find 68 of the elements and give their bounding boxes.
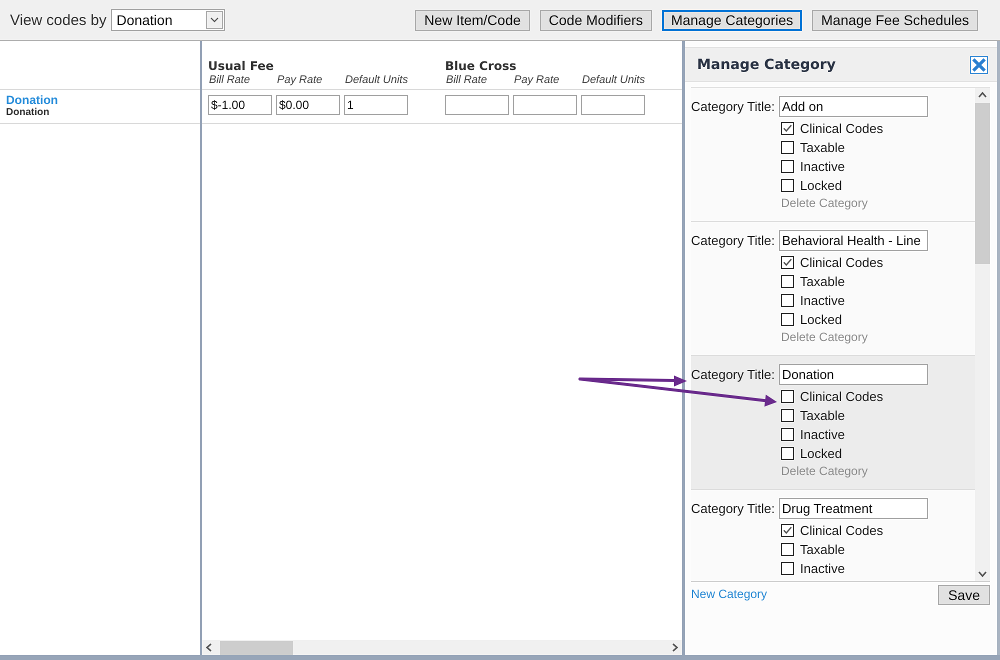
vertical-scrollbar[interactable] xyxy=(975,88,990,581)
panel-title: Manage Category xyxy=(697,56,836,72)
checkbox[interactable] xyxy=(781,160,794,173)
checkbox-label: Taxable xyxy=(800,408,845,424)
checkbox-label: Clinical Codes xyxy=(800,254,884,270)
caret-icon[interactable] xyxy=(206,11,224,29)
horizontal-scrollbar[interactable] xyxy=(202,640,682,655)
checkbox-label: Taxable xyxy=(800,274,845,290)
checkbox-label: Inactive xyxy=(800,560,845,576)
checkbox[interactable] xyxy=(781,390,794,403)
checkbox[interactable] xyxy=(781,447,794,460)
checkbox-label: Locked xyxy=(800,178,842,194)
toolbar-button[interactable]: Manage Categories xyxy=(662,10,802,30)
checkbox-label: Clinical Codes xyxy=(800,522,884,538)
category-title-label: Category Title: xyxy=(691,367,776,382)
close-icon[interactable] xyxy=(970,56,988,74)
input-field[interactable] xyxy=(445,95,509,115)
view-codes-label: View codes by xyxy=(10,12,106,28)
toolbar-button[interactable]: New Item/Code xyxy=(415,10,530,30)
category-title-label: Category Title: xyxy=(691,99,776,114)
column-heading: Bill Rate xyxy=(208,74,251,87)
input-field[interactable] xyxy=(513,95,577,115)
column-heading: Pay Rate xyxy=(276,74,324,87)
checkbox[interactable] xyxy=(781,275,794,288)
checkbox[interactable] xyxy=(781,543,794,556)
checkbox[interactable] xyxy=(781,428,794,441)
checkbox[interactable] xyxy=(781,256,794,269)
category-title-label: Category Title: xyxy=(691,233,776,248)
category-title-input[interactable]: Donation xyxy=(779,364,928,385)
checkbox-label: Clinical Codes xyxy=(800,120,884,136)
category-title-label: Category Title: xyxy=(691,501,776,516)
checkbox-label: Inactive xyxy=(800,158,845,174)
checkbox-label: Locked xyxy=(800,446,842,462)
checkbox-label: Locked xyxy=(800,312,842,328)
fee-schedule-heading: Usual Fee xyxy=(208,59,275,74)
category-title-input[interactable]: Add on xyxy=(779,96,928,117)
checkbox-label: Taxable xyxy=(800,140,845,156)
checkbox[interactable] xyxy=(781,122,794,135)
checkbox[interactable] xyxy=(781,524,794,537)
column-heading: Pay Rate xyxy=(513,74,560,87)
checkbox[interactable] xyxy=(781,294,794,307)
toolbar-button[interactable]: Code Modifiers xyxy=(540,10,652,30)
save-button[interactable]: Save xyxy=(938,585,990,605)
category-title-input[interactable]: Behavioral Health - Line xyxy=(779,230,928,251)
input-field[interactable] xyxy=(581,95,645,115)
category-title-input[interactable]: Drug Treatment xyxy=(779,498,928,519)
scrollbar-thumb[interactable] xyxy=(975,103,990,264)
checkbox[interactable] xyxy=(781,179,794,192)
fee-schedule-heading: Blue Cross xyxy=(445,59,518,74)
checkbox[interactable] xyxy=(781,313,794,326)
scrollbar-thumb[interactable] xyxy=(220,640,293,654)
checkbox[interactable] xyxy=(781,562,794,575)
new-category-link[interactable]: New Category xyxy=(691,587,768,601)
checkbox-label: Inactive xyxy=(800,426,845,442)
column-heading: Bill Rate xyxy=(445,74,488,87)
code-description: Donation xyxy=(6,107,50,119)
toolbar-button[interactable]: Manage Fee Schedules xyxy=(812,10,978,30)
column-heading: Default Units xyxy=(581,74,645,87)
view-codes-select[interactable]: Donation xyxy=(111,9,226,31)
checkbox[interactable] xyxy=(781,409,794,422)
column-heading: Default Units xyxy=(344,74,408,87)
checkbox-label: Taxable xyxy=(800,542,845,558)
input-field[interactable]: $-1.00 xyxy=(208,95,272,115)
checkbox-label: Clinical Codes xyxy=(800,388,884,404)
checkbox[interactable] xyxy=(781,141,794,154)
input-field[interactable]: 1 xyxy=(344,95,408,115)
checkbox-label: Inactive xyxy=(800,292,845,308)
input-field[interactable]: $0.00 xyxy=(276,95,340,115)
